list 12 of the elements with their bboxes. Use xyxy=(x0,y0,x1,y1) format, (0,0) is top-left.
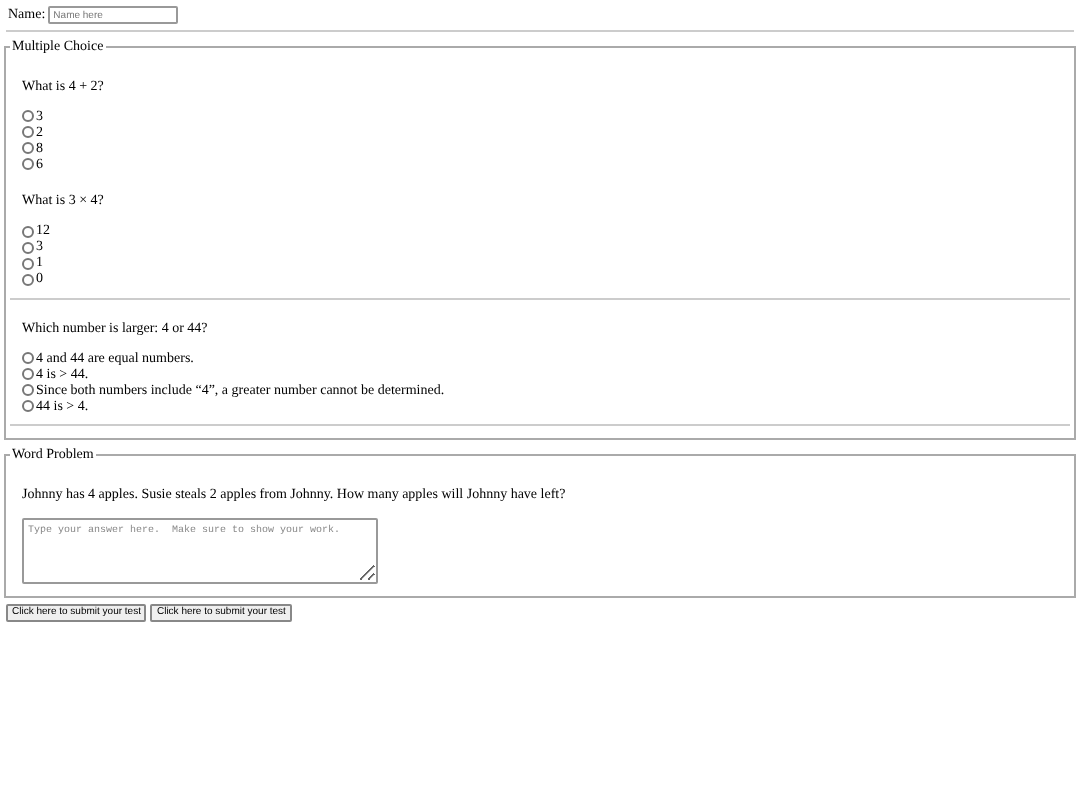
radio-button[interactable] xyxy=(22,400,34,412)
radio-button[interactable] xyxy=(22,257,34,269)
radio-button[interactable] xyxy=(22,368,34,380)
radio-button[interactable] xyxy=(22,384,34,396)
radio-button[interactable] xyxy=(22,273,34,285)
radio-button[interactable] xyxy=(22,126,34,138)
radio-button[interactable] xyxy=(22,110,34,122)
radio-button[interactable] xyxy=(22,225,34,237)
radio-button[interactable] xyxy=(22,158,34,170)
radio-button[interactable] xyxy=(22,142,34,154)
radio-button[interactable] xyxy=(22,352,34,364)
radio-button[interactable] xyxy=(22,241,34,253)
